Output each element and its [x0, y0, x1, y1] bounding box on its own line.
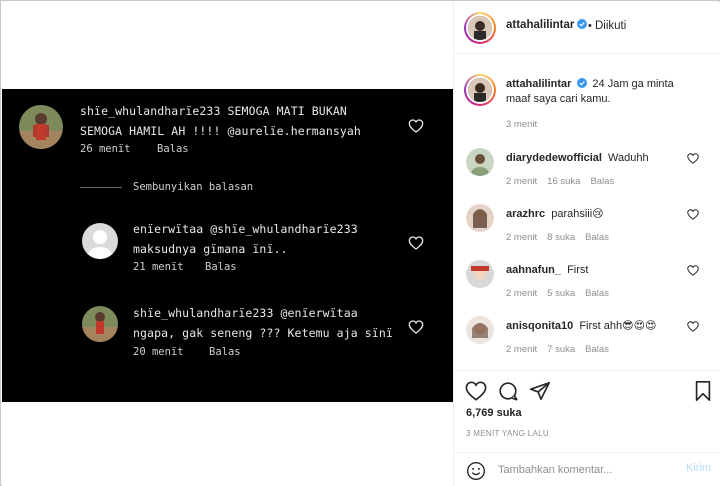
comment-text: Waduhh: [608, 152, 649, 164]
bookmark-icon[interactable]: [692, 380, 714, 402]
following-button[interactable]: Diikuti: [595, 20, 626, 32]
heart-icon[interactable]: [687, 153, 699, 164]
verified-badge-icon: [577, 19, 588, 29]
screenshot-comment-line: SEMOGA HAMIL AH !!!! @aurelïe.hermansyah: [80, 124, 361, 138]
screenshot-reply-line: enïerwïtaa @shïe_whulandharïe233: [133, 222, 358, 236]
divider: [80, 187, 122, 188]
post-media[interactable]: shïe_whulandharïe233 SEMOGA MATI BUKAN S…: [2, 2, 453, 486]
comment-input[interactable]: [498, 460, 678, 480]
author-username[interactable]: attahalilintar: [506, 19, 574, 31]
comment-meta: 2 menit 5 suka Balas: [506, 288, 619, 299]
comment-meta: 2 menit 7 suka Balas: [506, 344, 619, 355]
screenshot-reply-line: shïe_whulandharïe233 @enïerwïtaa: [133, 306, 358, 320]
post-side-panel: attahalilintar • Diikuti attahalilintar 2…: [453, 2, 720, 486]
screenshot-comment-time: 26 menït: [80, 143, 131, 155]
post-header: attahalilintar • Diikuti: [454, 2, 720, 54]
verified-badge-icon: [577, 78, 588, 88]
screenshot-reply-link: Balas: [205, 261, 237, 273]
comment-username[interactable]: anisqonita10: [506, 320, 573, 332]
comment-bubble-icon[interactable]: [497, 380, 519, 402]
comment-username[interactable]: aahnafun_: [506, 264, 561, 276]
reply-button[interactable]: Balas: [590, 176, 614, 187]
reply-button[interactable]: Balas: [585, 288, 609, 299]
comment-likes[interactable]: 16 suka: [547, 176, 580, 187]
comment-time: 2 menit: [506, 232, 538, 243]
commenter-avatar[interactable]: [466, 148, 494, 176]
comment-time: 2 menit: [506, 288, 538, 299]
comment-text-block: anisqonita10 First ahh😎😍😍: [506, 319, 696, 334]
commenter-avatar: [19, 105, 63, 149]
comment-text-block: diarydedewofficial Waduhh: [506, 151, 696, 166]
heart-icon[interactable]: [687, 321, 699, 332]
comment-text: parahsiii😢: [551, 208, 604, 220]
commenter-avatar[interactable]: [466, 260, 494, 288]
screenshot-reply-line: maksudnya gïmana ïnï..: [133, 242, 288, 256]
comment-text: First: [567, 264, 589, 276]
caption: attahalilintar 24 Jam ga minta maaf saya …: [454, 74, 720, 134]
author-avatar[interactable]: [464, 74, 496, 106]
comment-time: 2 menit: [506, 176, 538, 187]
hide-replies-link: Sembunyikan balasan: [133, 181, 254, 193]
heart-icon: [408, 119, 424, 133]
comment-item: aahnafun_ First 2 menit 5 suka Balas: [454, 260, 720, 310]
add-comment-bar: Kirim: [454, 452, 720, 486]
post-comment-button[interactable]: Kirim: [686, 462, 711, 474]
screenshot-reply-link: Balas: [157, 143, 189, 155]
comment-text-block: arazhrc parahsiii😢: [506, 207, 696, 222]
comment-likes[interactable]: 5 suka: [547, 288, 575, 299]
default-avatar: [82, 223, 118, 259]
comment-text: First ahh😎😍😍: [579, 320, 657, 332]
comment-meta: 2 menit 8 suka Balas: [506, 232, 619, 243]
paper-plane-icon[interactable]: [529, 380, 551, 402]
comment-item: diarydedewofficial Waduhh 2 menit 16 suka…: [454, 148, 720, 198]
instagram-post-window: shïe_whulandharïe233 SEMOGA MATI BUKAN S…: [0, 0, 720, 486]
commenter-avatar: [82, 306, 118, 342]
comment-text-block: aahnafun_ First: [506, 263, 696, 278]
comment-username[interactable]: diarydedewofficial: [506, 152, 602, 164]
comment-item: anisqonita10 First ahh😎😍😍 2 menit 7 suka B…: [454, 316, 720, 366]
reply-button[interactable]: Balas: [585, 344, 609, 355]
commenter-avatar[interactable]: [466, 316, 494, 344]
commenter-avatar[interactable]: [466, 204, 494, 232]
screenshot-comment-line: shïe_whulandharïe233 SEMOGA MATI BUKAN: [80, 104, 347, 118]
caption-text-block: attahalilintar 24 Jam ga minta maaf saya …: [506, 77, 696, 107]
screenshot-reply-link: Balas: [209, 346, 241, 358]
screenshot-reply-line: ngapa, gak seneng ??? Ketemu aja sïnï: [133, 326, 393, 340]
caption-username[interactable]: attahalilintar: [506, 78, 571, 90]
emoji-smile-icon[interactable]: [466, 461, 486, 481]
likes-count[interactable]: 6,769 suka: [466, 407, 522, 419]
caption-meta: 3 menit: [506, 119, 547, 130]
comment-meta: 2 menit 16 suka Balas: [506, 176, 624, 187]
heart-icon[interactable]: [687, 209, 699, 220]
author-avatar[interactable]: [464, 12, 496, 44]
heart-icon: [408, 320, 424, 334]
caption-time: 3 menit: [506, 119, 538, 130]
comment-username[interactable]: arazhrc: [506, 208, 545, 220]
reply-button[interactable]: Balas: [585, 232, 609, 243]
comments-list: attahalilintar 24 Jam ga minta maaf saya …: [454, 54, 720, 370]
comment-likes[interactable]: 8 suka: [547, 232, 575, 243]
screenshot-image: shïe_whulandharïe233 SEMOGA MATI BUKAN S…: [2, 89, 453, 402]
heart-icon[interactable]: [687, 265, 699, 276]
separator-dot: •: [588, 20, 592, 32]
heart-icon[interactable]: [465, 380, 487, 402]
heart-icon: [408, 236, 424, 250]
screenshot-reply-time: 21 menït: [133, 261, 184, 273]
comment-item: arazhrc parahsiii😢 2 menit 8 suka Balas: [454, 204, 720, 254]
screenshot-reply-time: 20 menït: [133, 346, 184, 358]
comment-time: 2 menit: [506, 344, 538, 355]
comment-likes[interactable]: 7 suka: [547, 344, 575, 355]
post-timestamp: 3 MENIT YANG LALU: [466, 429, 549, 438]
